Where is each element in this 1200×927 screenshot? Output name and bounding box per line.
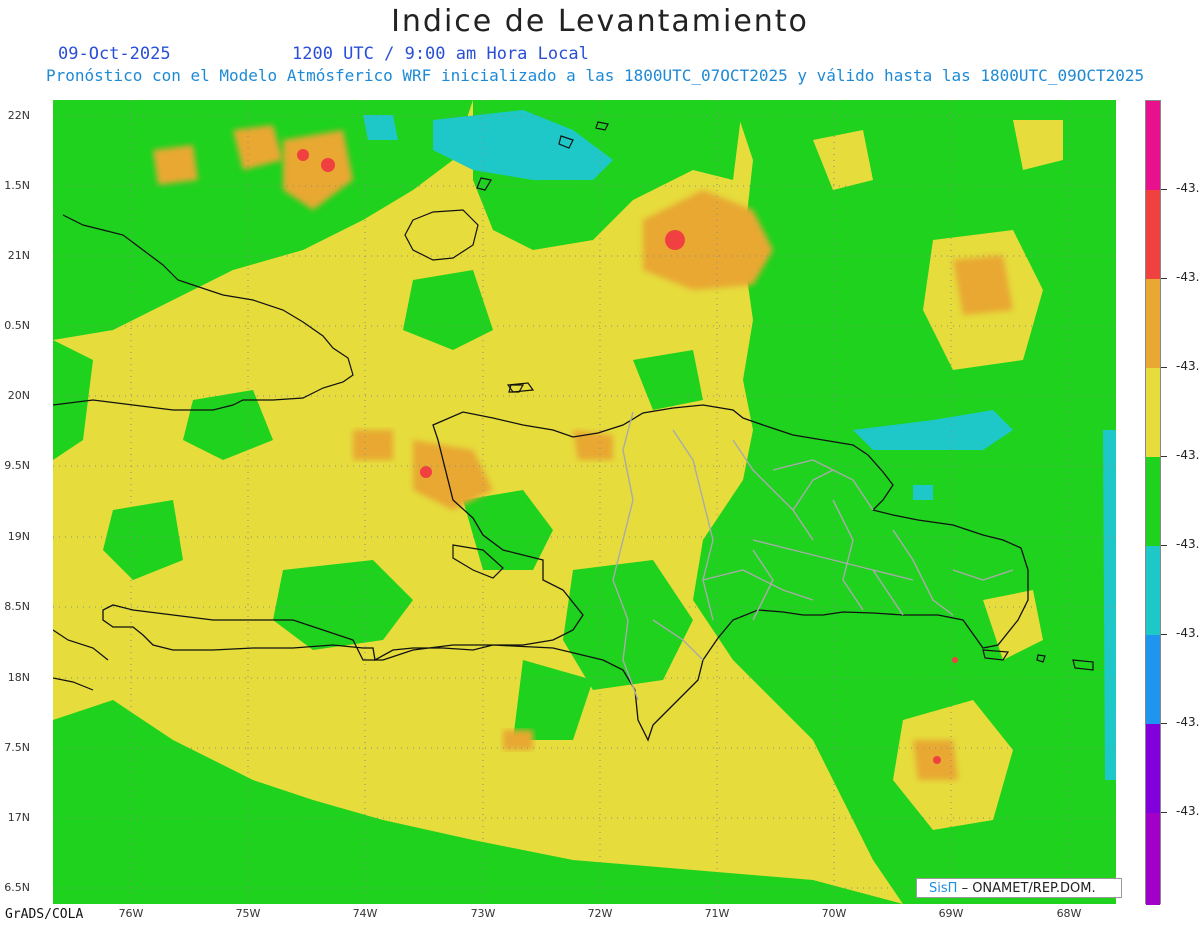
colorbar-tick bbox=[1161, 189, 1167, 190]
red-spot-5 bbox=[933, 756, 941, 764]
colorbar-segment-blue bbox=[1146, 635, 1160, 724]
colorbar-segment-cyan bbox=[1146, 546, 1160, 635]
colorbar-segment-green bbox=[1146, 457, 1160, 546]
lat-label-21n: 21N bbox=[7, 249, 30, 262]
orange-region-9 bbox=[573, 430, 613, 460]
lon-label-68w: 68W bbox=[1056, 907, 1082, 920]
orange-region-10 bbox=[503, 730, 533, 750]
lat-label-19-5n: 9.5N bbox=[4, 459, 30, 472]
forecast-date: 09-Oct-2025 bbox=[58, 44, 171, 64]
red-spot-6 bbox=[952, 657, 958, 663]
colorbar bbox=[1145, 100, 1161, 905]
red-spot-1 bbox=[665, 230, 685, 250]
lat-label-16-5n: 6.5N bbox=[4, 881, 30, 894]
colorbar-label: -43.6 bbox=[1176, 537, 1200, 551]
lat-label-22n: 22N bbox=[7, 109, 30, 122]
colorbar-segment-red bbox=[1146, 190, 1160, 279]
colorbar-segment-magenta bbox=[1146, 101, 1160, 190]
orange-region-7 bbox=[953, 255, 1013, 315]
map-title: Indice de Levantamiento bbox=[391, 4, 809, 39]
colorbar-tick bbox=[1161, 723, 1167, 724]
lon-label-71w: 71W bbox=[704, 907, 730, 920]
lat-label-18n: 18N bbox=[7, 671, 30, 684]
colorbar-tick bbox=[1161, 367, 1167, 368]
colorbar-label: -43.7 bbox=[1176, 626, 1200, 640]
cyan-region-edge bbox=[1103, 430, 1116, 780]
orange-region-4 bbox=[153, 145, 198, 185]
colorbar-label: -43.2 bbox=[1176, 181, 1200, 195]
cyan-region-bay bbox=[913, 485, 933, 500]
colorbar-label: -43.3 bbox=[1176, 270, 1200, 284]
colorbar-segment-purple bbox=[1146, 813, 1160, 905]
forecast-time: 1200 UTC / 9:00 am Hora Local bbox=[292, 44, 589, 64]
lon-label-76w: 76W bbox=[118, 907, 144, 920]
lon-label-73w: 73W bbox=[470, 907, 496, 920]
red-spot-2 bbox=[297, 149, 309, 161]
colorbar-tick bbox=[1161, 634, 1167, 635]
lat-label-20n: 20N bbox=[7, 389, 30, 402]
cyan-region-north2 bbox=[363, 115, 398, 140]
credit-brand: SisΠ bbox=[929, 881, 958, 896]
red-spot-3 bbox=[321, 158, 335, 172]
orange-region-6 bbox=[353, 430, 393, 460]
colorbar-segment-orange bbox=[1146, 279, 1160, 368]
colorbar-tick bbox=[1161, 545, 1167, 546]
grads-footer: GrADS/COLA bbox=[5, 907, 84, 922]
lat-label-17n: 17N bbox=[7, 811, 30, 824]
lon-label-75w: 75W bbox=[235, 907, 261, 920]
lat-label-19n: 19N bbox=[7, 530, 30, 543]
lat-label-20-5n: 0.5N bbox=[4, 319, 30, 332]
lon-label-70w: 70W bbox=[821, 907, 847, 920]
colorbar-tick bbox=[1161, 278, 1167, 279]
lon-label-74w: 74W bbox=[352, 907, 378, 920]
colorbar-tick bbox=[1161, 456, 1167, 457]
colorbar-label: -43.8 bbox=[1176, 715, 1200, 729]
credit-org: – ONAMET/REP.DOM. bbox=[961, 881, 1096, 896]
lat-label-17-5n: 7.5N bbox=[4, 741, 30, 754]
colorbar-label: -43.4 bbox=[1176, 359, 1200, 373]
lat-label-18-5n: 8.5N bbox=[4, 600, 30, 613]
red-spot-4 bbox=[420, 466, 432, 478]
colorbar-label: -43.9 bbox=[1176, 804, 1200, 818]
colorbar-tick bbox=[1161, 812, 1167, 813]
lon-label-72w: 72W bbox=[587, 907, 613, 920]
credit-box: SisΠ – ONAMET/REP.DOM. bbox=[916, 878, 1122, 898]
lat-label-21-5n: 1.5N bbox=[4, 179, 30, 192]
colorbar-label: -43.5 bbox=[1176, 448, 1200, 462]
lon-label-69w: 69W bbox=[938, 907, 964, 920]
lifted-index-map bbox=[53, 100, 1116, 904]
model-description: Pronóstico con el Modelo Atmósferico WRF… bbox=[46, 66, 1145, 85]
colorbar-segment-violet bbox=[1146, 724, 1160, 813]
colorbar-segment-yellow bbox=[1146, 368, 1160, 457]
